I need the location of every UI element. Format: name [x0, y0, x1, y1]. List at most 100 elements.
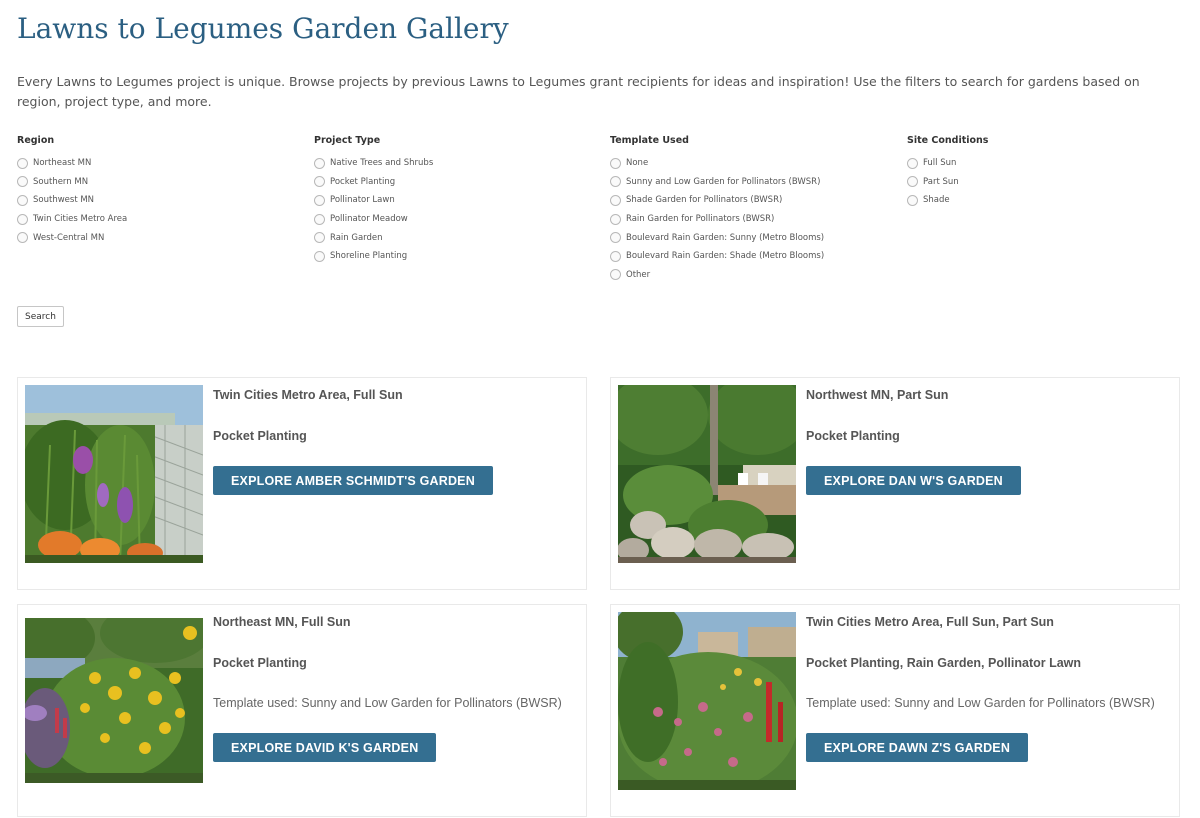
option-label: Rain Garden: [330, 232, 383, 243]
radio-button[interactable]: [314, 250, 325, 262]
card-template-used: Template used: Sunny and Low Garden for …: [806, 696, 1155, 710]
option-label: Shade Garden for Pollinators (BWSR): [626, 195, 783, 206]
option-label: Twin Cities Metro Area: [33, 214, 128, 225]
option-label: Northeast MN: [33, 158, 92, 169]
card-region: Northwest MN, Part Sun: [806, 388, 949, 402]
site-option-part-sun[interactable]: Part Sun: [907, 173, 988, 192]
radio-button[interactable]: [610, 157, 621, 169]
region-option-west-central-mn[interactable]: West-Central MN: [17, 228, 127, 247]
radio-button[interactable]: [907, 194, 918, 206]
option-label: Southern MN: [33, 176, 89, 187]
option-label: Part Sun: [923, 176, 959, 187]
region-option-twin-cities[interactable]: Twin Cities Metro Area: [17, 210, 127, 229]
intro-text: Every Lawns to Legumes project is unique…: [17, 74, 1140, 109]
region-filter: Region Northeast MN Southern MN Southwes…: [17, 135, 127, 247]
option-label: Pollinator Lawn: [330, 195, 395, 206]
card-project-type: Pocket Planting: [806, 429, 900, 443]
project-type-filter: Project Type Native Trees and Shrubs Poc…: [314, 135, 433, 266]
template-option-rain-garden[interactable]: Rain Garden for Pollinators (BWSR): [610, 210, 824, 229]
type-option-pocket-planting[interactable]: Pocket Planting: [314, 173, 433, 192]
option-label: Southwest MN: [33, 195, 95, 206]
radio-button[interactable]: [610, 269, 621, 281]
garden-photo[interactable]: [25, 618, 203, 783]
type-option-rain-garden[interactable]: Rain Garden: [314, 228, 433, 247]
site-conditions-filter: Site Conditions Full Sun Part Sun Shade: [907, 135, 988, 210]
search-button[interactable]: Search: [17, 306, 64, 327]
radio-button[interactable]: [17, 232, 28, 244]
template-option-boulevard-shade[interactable]: Boulevard Rain Garden: Shade (Metro Bloo…: [610, 247, 824, 266]
explore-garden-button[interactable]: EXPLORE AMBER SCHMIDT'S GARDEN: [213, 466, 493, 495]
region-option-southwest-mn[interactable]: Southwest MN: [17, 191, 127, 210]
radio-button[interactable]: [610, 232, 621, 244]
template-option-shade-garden[interactable]: Shade Garden for Pollinators (BWSR): [610, 191, 824, 210]
option-label: Shade: [923, 195, 950, 206]
radio-button[interactable]: [17, 176, 28, 188]
site-option-full-sun[interactable]: Full Sun: [907, 154, 988, 173]
garden-photo-illustration: [25, 618, 203, 783]
option-label: Sunny and Low Garden for Pollinators (BW…: [626, 176, 821, 187]
garden-card: Twin Cities Metro Area, Full Sun Pocket …: [17, 377, 587, 590]
option-label: None: [626, 158, 649, 169]
radio-button[interactable]: [610, 176, 621, 188]
radio-button[interactable]: [314, 157, 325, 169]
template-option-none[interactable]: None: [610, 154, 824, 173]
card-template-used: Template used: Sunny and Low Garden for …: [213, 696, 562, 710]
page-title: Lawns to Legumes Garden Gallery: [17, 12, 509, 45]
type-option-native-trees[interactable]: Native Trees and Shrubs: [314, 154, 433, 173]
template-option-sunny-low[interactable]: Sunny and Low Garden for Pollinators (BW…: [610, 173, 824, 192]
radio-button[interactable]: [907, 157, 918, 169]
template-filter: Template Used None Sunny and Low Garden …: [610, 135, 824, 284]
garden-card: Northwest MN, Part Sun Pocket Planting E…: [610, 377, 1180, 590]
option-label: Rain Garden for Pollinators (BWSR): [626, 214, 775, 225]
option-label: Full Sun: [923, 158, 957, 169]
template-filter-title: Template Used: [610, 135, 689, 146]
explore-garden-button[interactable]: EXPLORE DAN W'S GARDEN: [806, 466, 1021, 495]
project-type-filter-title: Project Type: [314, 135, 381, 146]
template-option-boulevard-sunny[interactable]: Boulevard Rain Garden: Sunny (Metro Bloo…: [610, 228, 824, 247]
radio-button[interactable]: [314, 194, 325, 206]
explore-garden-button[interactable]: EXPLORE DAWN Z'S GARDEN: [806, 733, 1029, 762]
card-region: Twin Cities Metro Area, Full Sun, Part S…: [806, 615, 1054, 629]
radio-button[interactable]: [314, 213, 325, 225]
garden-photo[interactable]: [618, 612, 796, 790]
site-option-shade[interactable]: Shade: [907, 191, 988, 210]
card-project-type: Pocket Planting, Rain Garden, Pollinator…: [806, 656, 1082, 670]
type-option-shoreline-planting[interactable]: Shoreline Planting: [314, 247, 433, 266]
option-label: Boulevard Rain Garden: Shade (Metro Bloo…: [626, 251, 825, 262]
region-filter-title: Region: [17, 135, 55, 146]
site-conditions-filter-title: Site Conditions: [907, 135, 989, 146]
garden-photo-illustration: [618, 612, 796, 790]
card-project-type: Pocket Planting: [213, 656, 307, 670]
garden-photo-illustration: [618, 385, 796, 563]
garden-photo[interactable]: [25, 385, 203, 563]
region-option-northeast-mn[interactable]: Northeast MN: [17, 154, 127, 173]
option-label: Boulevard Rain Garden: Sunny (Metro Bloo…: [626, 232, 825, 243]
radio-button[interactable]: [17, 194, 28, 206]
option-label: Shoreline Planting: [330, 251, 408, 262]
garden-card: Northeast MN, Full Sun Pocket Planting T…: [17, 604, 587, 817]
garden-photo[interactable]: [618, 385, 796, 563]
option-label: Pollinator Meadow: [330, 214, 408, 225]
radio-button[interactable]: [610, 250, 621, 262]
radio-button[interactable]: [314, 232, 325, 244]
garden-photo-illustration: [25, 385, 203, 563]
radio-button[interactable]: [17, 157, 28, 169]
radio-button[interactable]: [907, 176, 918, 188]
card-project-type: Pocket Planting: [213, 429, 307, 443]
template-option-other[interactable]: Other: [610, 266, 824, 285]
type-option-pollinator-meadow[interactable]: Pollinator Meadow: [314, 210, 433, 229]
option-label: Native Trees and Shrubs: [330, 158, 434, 169]
card-region: Twin Cities Metro Area, Full Sun: [213, 388, 403, 402]
card-region: Northeast MN, Full Sun: [213, 615, 351, 629]
radio-button[interactable]: [610, 194, 621, 206]
radio-button[interactable]: [610, 213, 621, 225]
garden-card: Twin Cities Metro Area, Full Sun, Part S…: [610, 604, 1180, 817]
type-option-pollinator-lawn[interactable]: Pollinator Lawn: [314, 191, 433, 210]
option-label: Other: [626, 269, 651, 280]
option-label: Pocket Planting: [330, 176, 396, 187]
option-label: West-Central MN: [33, 232, 105, 243]
radio-button[interactable]: [314, 176, 325, 188]
radio-button[interactable]: [17, 213, 28, 225]
region-option-southern-mn[interactable]: Southern MN: [17, 173, 127, 192]
explore-garden-button[interactable]: EXPLORE DAVID K'S GARDEN: [213, 733, 437, 762]
